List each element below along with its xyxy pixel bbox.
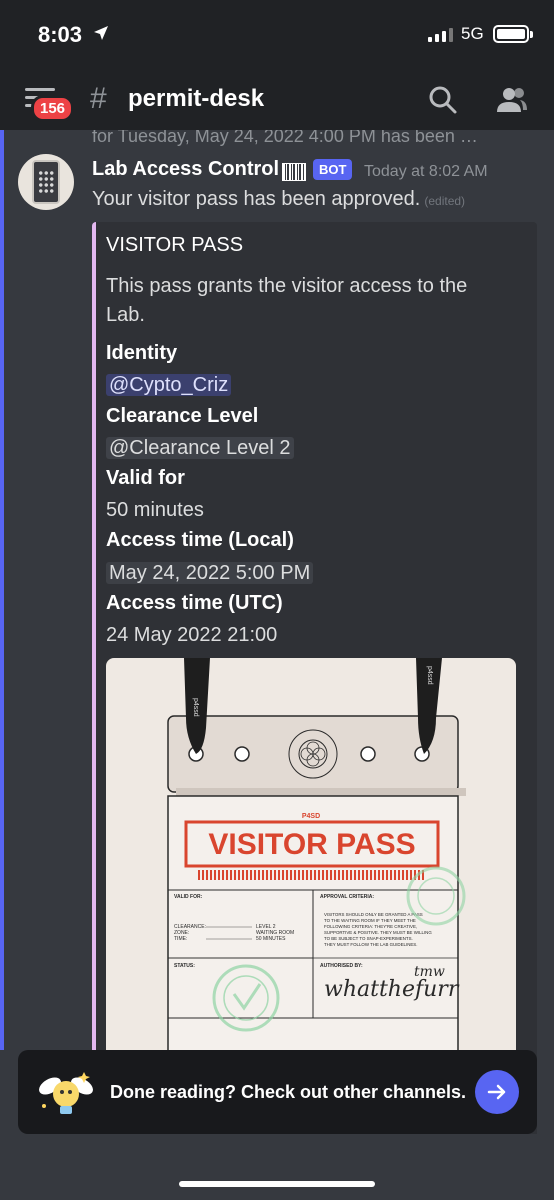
field-value-access-utc: 24 May 2022 21:00: [106, 624, 278, 646]
svg-text:VALID FOR:: VALID FOR:: [174, 894, 203, 900]
svg-text:tmw: tmw: [414, 964, 445, 980]
svg-text:SUPPORTIVE & POSITIVE. THEY MU: SUPPORTIVE & POSITIVE. THEY MUST BE WILL…: [324, 930, 432, 935]
svg-text:STATUS:: STATUS:: [174, 963, 195, 969]
field-name-valid-for: Valid for: [106, 467, 185, 489]
keypad-icon: [32, 160, 60, 204]
avatar[interactable]: [18, 154, 74, 210]
role-mention[interactable]: @Clearance Level 2: [106, 437, 294, 459]
field-value-valid-for: 50 minutes: [106, 499, 204, 521]
message-list[interactable]: for Tuesday, May 24, 2022 4:00 PM has be…: [0, 130, 554, 1200]
cellular-signal-icon: [428, 26, 453, 42]
field-value-access-local: May 24, 2022 5:00 PM: [106, 562, 314, 585]
channel-name[interactable]: permit-desk: [128, 85, 264, 113]
status-bar: 8:03 5G: [0, 0, 554, 70]
channel-hash-icon: #: [90, 82, 107, 115]
embed-description: This pass grants the visitor access to t…: [106, 275, 468, 326]
location-arrow-icon: [92, 24, 110, 47]
toast-text: Done reading? Check out other channels.: [110, 1082, 467, 1102]
svg-text:p4ssd: p4ssd: [426, 666, 433, 685]
message-text: Your visitor pass has been approved.: [92, 188, 421, 210]
field-name-identity: Identity: [106, 342, 178, 364]
previous-message-text: for Tuesday, May 24, 2022 4:00 PM has be…: [92, 130, 478, 146]
arrow-right-button[interactable]: [475, 1070, 519, 1114]
svg-text:VISITOR PASS: VISITOR PASS: [208, 828, 415, 861]
field-name-access-utc: Access time (UTC): [106, 592, 283, 614]
field-name-clearance: Clearance Level: [106, 405, 259, 427]
channel-header: 156 # permit-desk: [0, 70, 554, 130]
battery-icon: [493, 25, 533, 43]
svg-text:p4ssd: p4ssd: [192, 698, 199, 717]
members-icon[interactable]: [496, 85, 528, 120]
field-value-identity: @Cypto_Criz: [106, 374, 232, 397]
unread-badge: 156: [31, 95, 75, 122]
svg-text:VISITORS SHOULD ONLY BE GRANTE: VISITORS SHOULD ONLY BE GRANTED A PASS: [324, 912, 423, 917]
svg-text:P4SD: P4SD: [302, 813, 320, 820]
embed: VISITOR PASS This pass grants the visito…: [92, 222, 537, 1162]
svg-text:TIME:: TIME:: [174, 936, 187, 942]
arrow-right-icon: [487, 1084, 506, 1100]
svg-text:THEY MUST FOLLOW THE LAB GUIDE: THEY MUST FOLLOW THE LAB GUIDELINES.: [324, 942, 417, 947]
svg-text:APPROVAL CRITERIA:: APPROVAL CRITERIA:: [320, 894, 374, 900]
user-mention[interactable]: @Cypto_Criz: [106, 374, 232, 396]
embed-title: VISITOR PASS: [106, 234, 244, 256]
message-content: Your visitor pass has been approved. (edi…: [92, 188, 465, 211]
status-time: 8:03: [38, 22, 83, 47]
message-author[interactable]: Lab Access Control: [92, 158, 279, 181]
channel-suggestion-toast[interactable]: Done reading? Check out other channels.: [18, 1050, 537, 1134]
field-value-clearance: @Clearance Level 2: [106, 437, 294, 460]
home-indicator[interactable]: [179, 1181, 375, 1187]
svg-text:AUTHORISED BY:: AUTHORISED BY:: [320, 963, 363, 969]
network-type: 5G: [461, 24, 484, 43]
new-messages-bar: [0, 130, 4, 1050]
barcode-icon: [282, 163, 306, 181]
lightbulb-mascot-icon: [36, 1064, 96, 1129]
svg-text:FOLLOWING CRITERIA: THEY'RE CR: FOLLOWING CRITERIA: THEY'RE CREATIVE,: [324, 924, 417, 929]
edited-label: (edited): [424, 194, 466, 208]
local-timestamp[interactable]: May 24, 2022 5:00 PM: [106, 562, 314, 584]
svg-text:50 MINUTES: 50 MINUTES: [256, 936, 286, 942]
message-timestamp: Today at 8:02 AM: [364, 163, 488, 180]
bot-tag: BOT: [313, 159, 353, 180]
bottom-area: [0, 1134, 554, 1200]
search-icon[interactable]: [428, 85, 458, 120]
field-name-access-local: Access time (Local): [106, 529, 294, 551]
svg-text:whatthefurr: whatthefurr: [324, 977, 460, 1002]
svg-text:TO THE WAITING ROOM IF THEY ME: TO THE WAITING ROOM IF THEY MEET THE: [324, 918, 416, 923]
svg-text:TO BE SUBJECT TO SNAP-EXPERIME: TO BE SUBJECT TO SNAP-EXPERIMENTS.: [324, 936, 413, 941]
